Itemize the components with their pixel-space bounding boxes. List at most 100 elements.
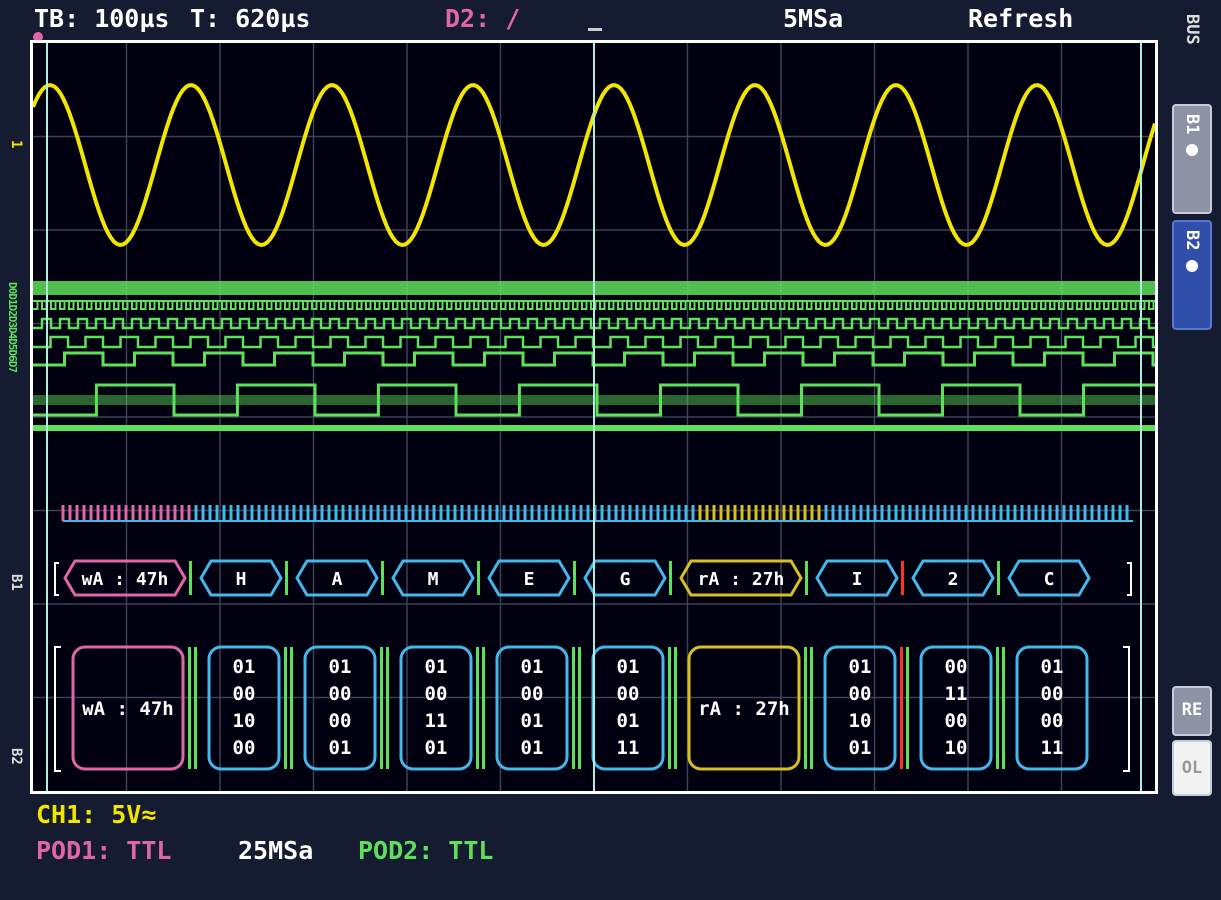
bus1-frame-separator [189,561,192,595]
bus2-frame-bits: 00 [425,683,448,705]
bus1-button-label: B1 [1182,114,1202,135]
bus2-frame-bits: 11 [425,710,448,732]
bus2-frame-bits: 10 [233,710,256,732]
bus2-frame-bits: 01 [521,710,544,732]
waveform-canvas[interactable]: wA : 47h H A M E GrA : 27h I 2 C wA : 47h 01 00 10 0… [33,43,1155,791]
bus2-button[interactable]: B2 [1172,220,1212,330]
bus1-button[interactable]: B1 [1172,104,1212,214]
bus2-frame-separator [996,647,999,769]
bus2-frame-separator [290,647,293,769]
bus2-frame-bits: 10 [849,710,872,732]
bus1-frame-separator [285,561,288,595]
bus2-frame-bits: 00 [1041,710,1064,732]
bus1-frame-separator [669,561,672,595]
sample-rate-readout: 5MSa [783,4,844,33]
bus2-frame-bits: 01 [849,656,872,678]
digital-channel-markers[interactable]: D0D1D2D3D4D5D6D7 [6,282,19,372]
bus1-frame-separator [381,561,384,595]
trigger-source-readout[interactable]: D2: / [445,4,520,33]
trigger-position-marker[interactable] [588,28,602,40]
bus1-frame-separator [805,561,808,595]
trigger-time-readout[interactable]: T: 620µs [190,4,310,33]
bus2-frame-bits: 00 [849,683,872,705]
bus2-frame-separator [188,647,191,769]
bus2-frame-bits: 01 [521,737,544,759]
bus2-frame-bits: 01 [329,656,352,678]
scope-display[interactable]: wA : 47h H A M E GrA : 27h I 2 C wA : 47h 01 00 10 0… [30,40,1158,794]
bus2-frame-bits: 00 [945,656,968,678]
bus1-frame-label: I [852,569,863,590]
status-bar: TB: 100µs T: 620µs D2: / 5MSa Refresh [0,0,1221,40]
bus2-frame-bits: 00 [617,683,640,705]
bus2-frame-bits: 01 [1041,656,1064,678]
bus2-frame-bits: 01 [521,656,544,678]
bus1-frame-label: C [1044,569,1055,590]
bus1-frame-separator [901,561,904,595]
bus2-frame-bits: 00 [1041,683,1064,705]
bus2-frame-bits: 00 [233,737,256,759]
bus2-frame-bits: 00 [329,683,352,705]
bus1-frame-label: rA : 27h [698,569,785,590]
bus1-frame-label: A [332,569,343,590]
bus2-frame-bits: 00 [233,683,256,705]
ch1-settings[interactable]: CH1: 5V≈ [36,800,156,829]
pod1-settings[interactable]: POD1: TTL [36,836,171,865]
bus1-bracket-left [54,562,59,596]
bus2-bracket-left [54,646,61,772]
bus2-frame-bits: 11 [617,737,640,759]
bus2-frame-bits: 01 [425,656,448,678]
bus2-frame-label: wA : 47h [82,698,174,720]
bus2-frame-separator [482,647,485,769]
ch1-marker[interactable]: 1 [8,140,24,148]
bus2-frame-separator [1002,647,1005,769]
bus1-frame-label: M [428,569,439,590]
bus1-frame-label: wA : 47h [82,569,169,590]
bus2-button-label: B2 [1182,230,1202,251]
bus2-frame-bits: 10 [945,737,968,759]
bus1-frame-label: G [620,569,631,590]
bus1-frame-separator [997,561,1000,595]
bus2-frame-separator [194,647,197,769]
bus2-frame-separator [380,647,383,769]
bus1-frame-label: E [524,569,535,590]
bus2-frame-separator [906,647,909,769]
bus1-frame-separator [477,561,480,595]
bus2-indicator-icon [1186,260,1198,273]
pod-sample-rate: 25MSa [238,836,314,865]
bus1-frame-label: H [236,569,247,590]
bus1-bracket-right [1127,562,1132,596]
bus2-frame-separator [386,647,389,769]
bus2-frame-separator [668,647,671,769]
bus1-frame-separator [573,561,576,595]
bus-menu-label[interactable]: BUS [1172,14,1212,94]
bus2-frame-bits: 11 [945,683,968,705]
bus2-frame-bits: 00 [945,710,968,732]
bus2-frame-bits: 01 [233,656,256,678]
bus2-frame-separator [810,647,813,769]
bus2-frame-separator [804,647,807,769]
bus2-frame-separator [900,647,903,769]
bus1-indicator-icon [1186,144,1198,157]
timebase-readout[interactable]: TB: 100µs [34,4,169,33]
bus2-frame-bits: 01 [849,737,872,759]
bus1-frame-label: 2 [948,569,959,590]
bus2-marker[interactable]: B2 [8,748,24,765]
bus2-frame-separator [578,647,581,769]
pod2-settings[interactable]: POD2: TTL [358,836,493,865]
bus2-frame-bits: 01 [425,737,448,759]
bus2-frame-label: rA : 27h [698,698,790,720]
bus2-bracket-right [1123,646,1130,772]
bus2-frame-bits: 11 [1041,737,1064,759]
bus2-frame-bits: 00 [521,683,544,705]
bus1-marker[interactable]: B1 [8,574,24,591]
bus2-frame-separator [284,647,287,769]
bus2-frame-bits: 00 [329,710,352,732]
bus2-frame-bits: 01 [617,656,640,678]
bus2-frame-separator [674,647,677,769]
re-button[interactable]: RE [1172,686,1212,736]
bus2-frame-separator [476,647,479,769]
ol-button[interactable]: OL [1172,740,1212,796]
acquisition-mode-readout[interactable]: Refresh [968,4,1073,33]
bus2-frame-separator [572,647,575,769]
bus2-frame-bits: 01 [617,710,640,732]
